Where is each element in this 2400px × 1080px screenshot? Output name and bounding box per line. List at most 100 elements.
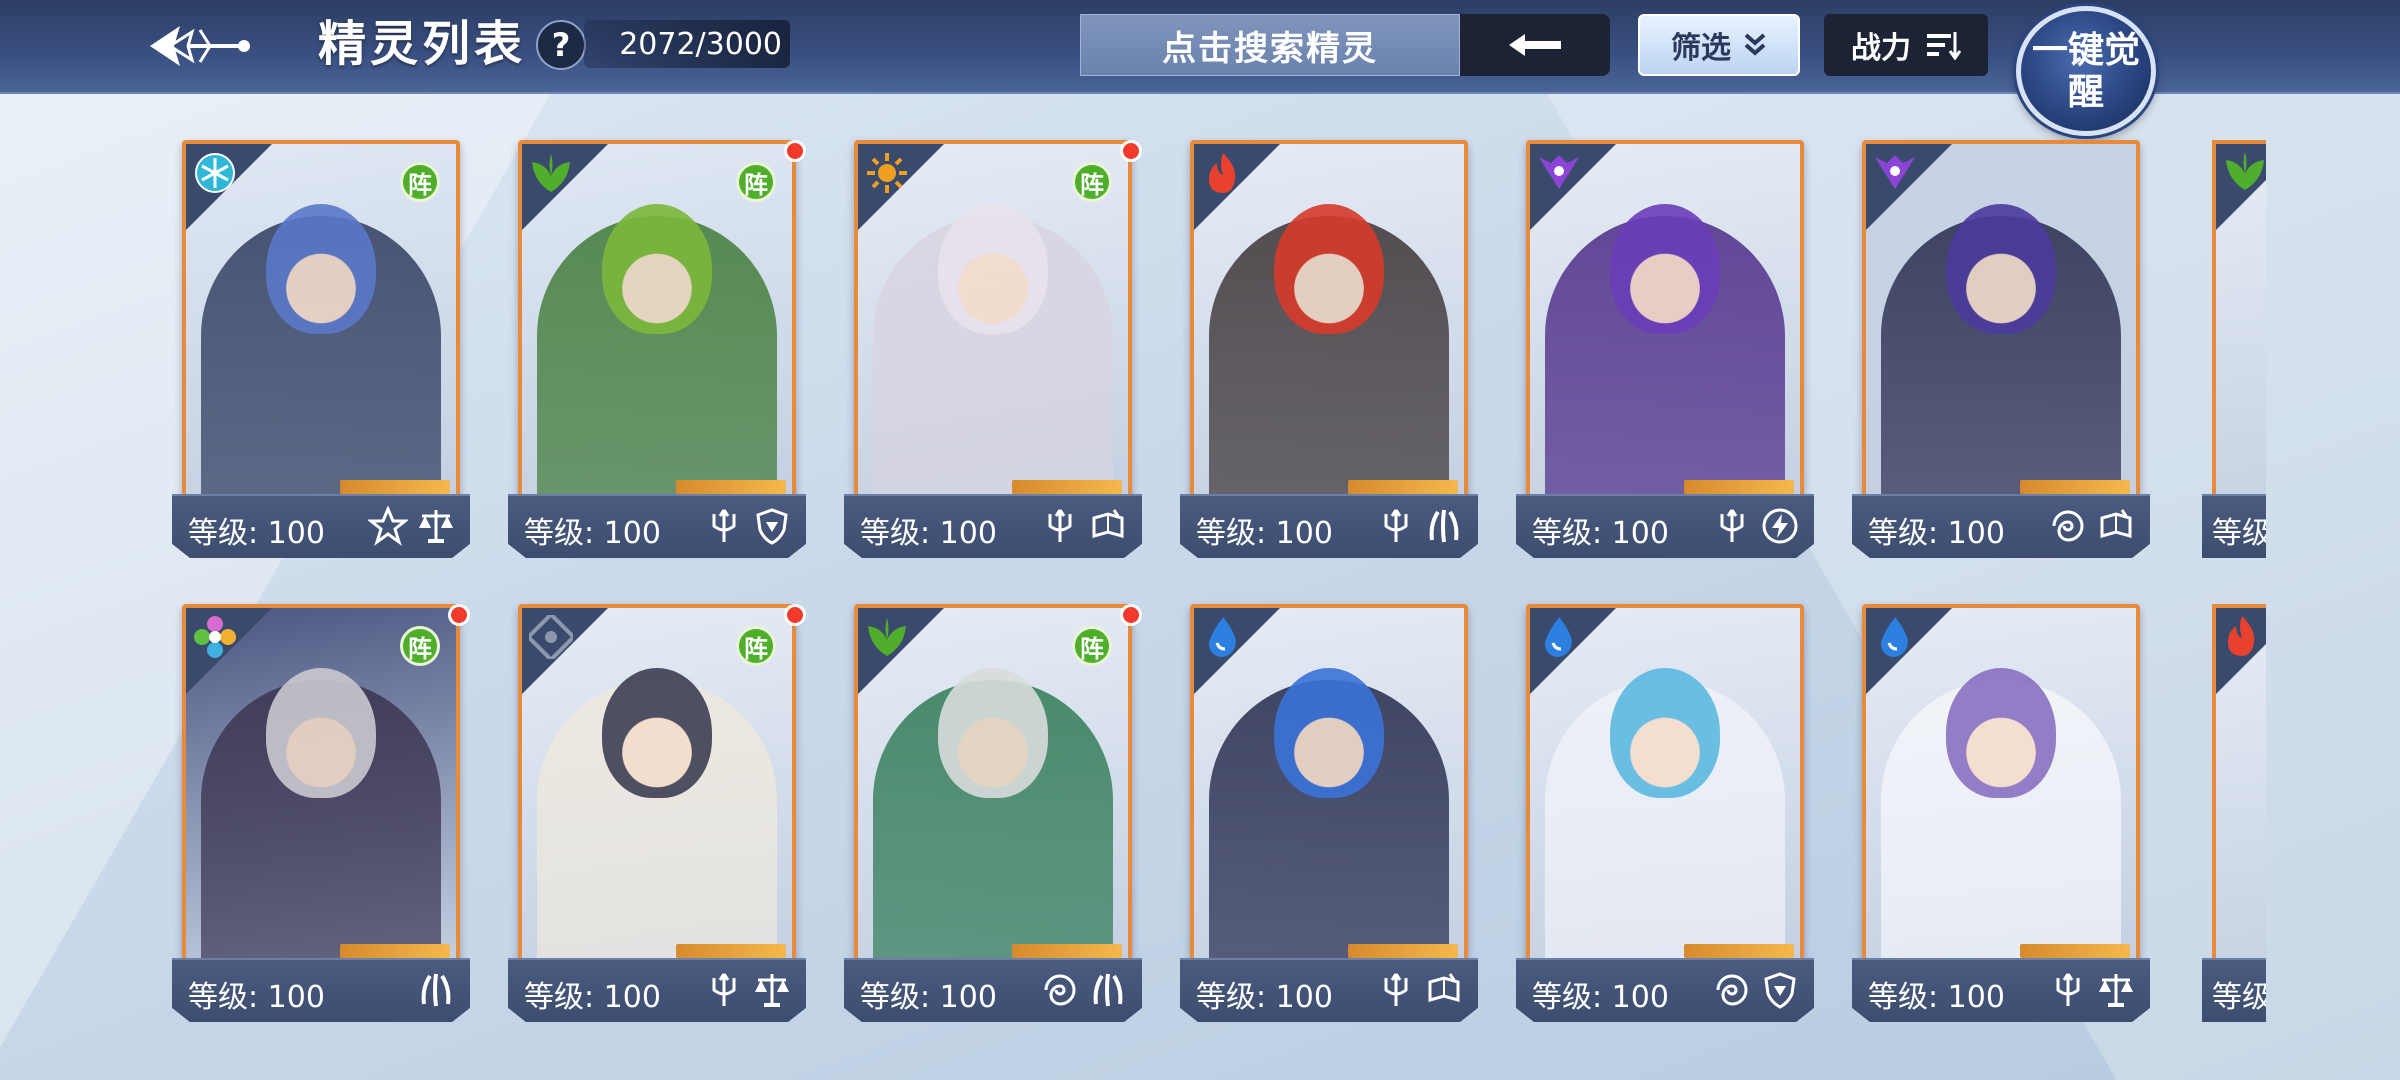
- search-input[interactable]: 点击搜索精灵: [1080, 14, 1460, 76]
- level-label: 等级: 100: [1532, 516, 1669, 551]
- notification-dot: [1120, 604, 1142, 626]
- water-element-icon: [1200, 614, 1246, 660]
- level-label: 等级: 100: [188, 980, 325, 1015]
- card-info-bar: 等级: [2202, 494, 2266, 558]
- card-info-bar: 等级: 100: [844, 494, 1142, 558]
- trident-icon: [1040, 506, 1080, 546]
- light-element-icon: [864, 150, 910, 196]
- filter-button[interactable]: 筛选: [1638, 14, 1800, 76]
- skill-icon-group: [368, 506, 456, 546]
- claw-icon: [1424, 506, 1464, 546]
- skill-icon-group: [2048, 506, 2136, 546]
- notification-dot: [784, 140, 806, 162]
- rarity-strip: [676, 944, 786, 958]
- spirit-card-partial[interactable]: 等级: [2202, 604, 2266, 1022]
- spirit-card[interactable]: 等级: 100: [1852, 604, 2150, 1022]
- spirit-card[interactable]: 等级: 100: [1516, 604, 1814, 1022]
- fire-element-icon: [1200, 150, 1246, 196]
- level-label: 等级: [2212, 980, 2266, 1015]
- chaos-element-icon: [192, 614, 238, 660]
- bolt-icon: [1760, 506, 1800, 546]
- level-label: 等级: 100: [860, 980, 997, 1015]
- arrow-left-icon: [1509, 34, 1561, 56]
- rarity-strip: [1684, 944, 1794, 958]
- notification-dot: [784, 604, 806, 626]
- grass-element-icon: [528, 150, 574, 196]
- card-info-bar: 等级: 100: [1516, 958, 1814, 1022]
- spirit-card[interactable]: 等级: 100: [1852, 140, 2150, 558]
- trident-icon: [704, 970, 744, 1010]
- top-bar: 精灵列表 ? 2072/3000 点击搜索精灵 筛选 战力 一键觉醒: [0, 0, 2400, 136]
- spirit-card[interactable]: 等级: 100: [1180, 140, 1478, 558]
- skill-icon-group: [1376, 506, 1464, 546]
- dark-element-icon: [1536, 150, 1582, 196]
- sort-descending-icon: [1927, 32, 1961, 60]
- claw-icon: [1088, 970, 1128, 1010]
- notification-dot: [448, 604, 470, 626]
- rarity-strip: [2020, 480, 2130, 494]
- spirit-card[interactable]: 等级: 100: [1516, 140, 1814, 558]
- rarity-strip: [2020, 944, 2130, 958]
- spirit-card[interactable]: 阵等级: 100: [508, 604, 806, 1022]
- back-arrow-icon: [150, 26, 250, 66]
- level-label: 等级: 100: [188, 516, 325, 551]
- notification-dot: [1120, 140, 1142, 162]
- skill-icon-group: [2048, 970, 2136, 1010]
- rarity-strip: [1012, 480, 1122, 494]
- book-icon: [1424, 970, 1464, 1010]
- level-label: 等级: 100: [860, 516, 997, 551]
- scale-icon: [416, 506, 456, 546]
- filter-label: 筛选: [1671, 31, 1731, 66]
- one-click-awaken-button[interactable]: 一键觉醒: [2016, 6, 2156, 136]
- partial-card-column: 等级 等级: [2196, 130, 2266, 1030]
- spirit-card[interactable]: 阵等级: 100: [844, 140, 1142, 558]
- level-label: 等级: 100: [1868, 980, 2005, 1015]
- formation-badge: 阵: [1072, 626, 1112, 666]
- spirit-count: 2072/3000: [584, 20, 790, 68]
- level-label: 等级: 100: [524, 516, 661, 551]
- grass-element-icon: [864, 614, 910, 660]
- spirit-card[interactable]: 阵等级: 100: [172, 604, 470, 1022]
- trident-icon: [1376, 970, 1416, 1010]
- skill-icon-group: [1040, 506, 1128, 546]
- spirit-card[interactable]: 阵等级: 100: [508, 140, 806, 558]
- formation-badge: 阵: [736, 626, 776, 666]
- ice-element-icon: [192, 150, 238, 196]
- level-label: 等级: 100: [1868, 516, 2005, 551]
- rarity-strip: [340, 944, 450, 958]
- card-info-bar: 等级: 100: [1180, 958, 1478, 1022]
- mech-element-icon: [528, 614, 574, 660]
- grass-element-icon: [2222, 150, 2266, 196]
- help-button[interactable]: ?: [536, 20, 586, 70]
- scale-icon: [752, 970, 792, 1010]
- card-info-bar: 等级: 100: [1180, 494, 1478, 558]
- formation-badge: 阵: [400, 162, 440, 202]
- card-info-bar: 等级: [2202, 958, 2266, 1022]
- skill-icon-group: [1712, 506, 1800, 546]
- rarity-strip: [676, 480, 786, 494]
- level-label: 等级: [2212, 516, 2266, 551]
- spirit-portrait: [2212, 140, 2266, 500]
- level-label: 等级: 100: [1532, 980, 1669, 1015]
- back-button[interactable]: [140, 10, 260, 82]
- book-icon: [2096, 506, 2136, 546]
- spirit-portrait: 阵: [518, 140, 796, 500]
- spirit-card-partial[interactable]: 等级: [2202, 140, 2266, 558]
- spirit-portrait: [2212, 604, 2266, 964]
- spirit-card[interactable]: 等级: 100: [1180, 604, 1478, 1022]
- sort-button[interactable]: 战力: [1824, 14, 1988, 76]
- spirit-portrait: 阵: [854, 140, 1132, 500]
- spirit-card[interactable]: 阵等级: 100: [172, 140, 470, 558]
- sort-label: 战力: [1851, 31, 1911, 66]
- spirit-portrait: [1862, 140, 2140, 500]
- dark-element-icon: [1872, 150, 1918, 196]
- spirit-portrait: [1526, 140, 1804, 500]
- swirl-icon: [1040, 970, 1080, 1010]
- skill-icon-group: [416, 970, 456, 1010]
- skill-icon-group: [1712, 970, 1800, 1010]
- spirit-card[interactable]: 阵等级: 100: [844, 604, 1142, 1022]
- card-info-bar: 等级: 100: [172, 494, 470, 558]
- formation-badge: 阵: [1072, 162, 1112, 202]
- rarity-strip: [1012, 944, 1122, 958]
- search-go-button[interactable]: [1460, 14, 1610, 76]
